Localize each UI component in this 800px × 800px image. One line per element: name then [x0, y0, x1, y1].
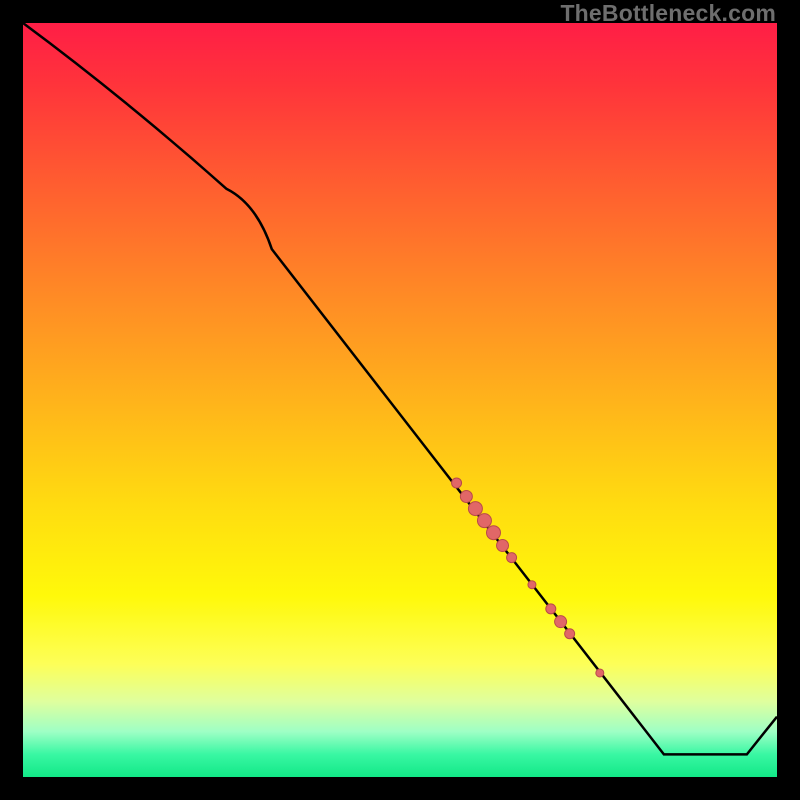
watermark-text: TheBottleneck.com [560, 2, 776, 25]
chart-svg [23, 23, 777, 777]
curve-marker [477, 514, 491, 528]
curve-marker [596, 669, 604, 677]
curve-marker [460, 491, 472, 503]
curve-marker [497, 540, 509, 552]
curve-marker [546, 604, 556, 614]
curve-marker [486, 526, 500, 540]
curve-marker [528, 581, 536, 589]
curve-marker [507, 553, 517, 563]
curve-marker [555, 616, 567, 628]
bottleneck-curve [23, 23, 777, 754]
curve-marker [468, 502, 482, 516]
chart-stage: TheBottleneck.com [0, 0, 800, 800]
curve-marker [565, 629, 575, 639]
curve-marker [452, 478, 462, 488]
